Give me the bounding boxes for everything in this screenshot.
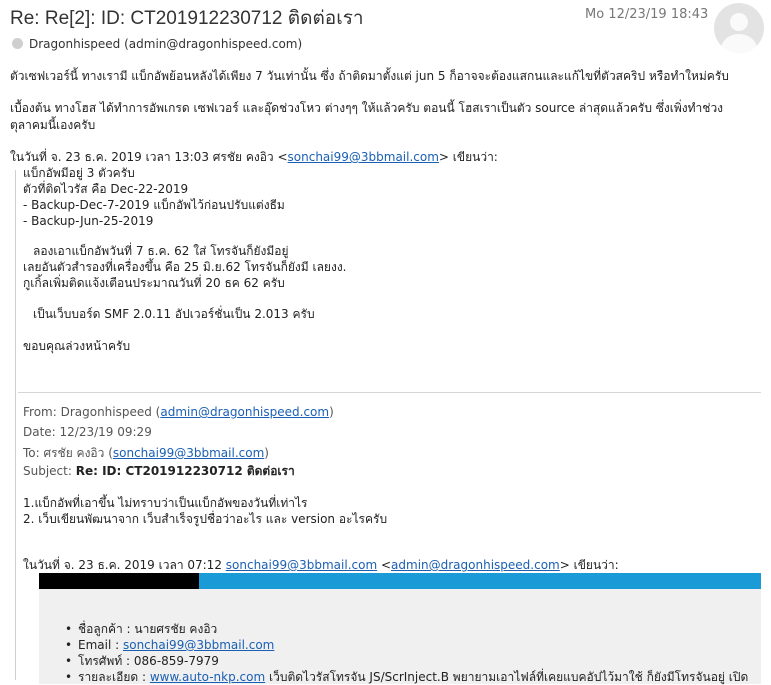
- forward-to-email-link[interactable]: sonchai99@3bbmail.com: [113, 446, 264, 460]
- avatar-body-icon: [721, 34, 757, 53]
- form-name: ชื่อลูกค้า : นายศรชัย คงอิว: [65, 621, 748, 637]
- form-detail-link[interactable]: www.auto-nkp.com: [150, 670, 265, 684]
- quote-para-b: เป็นเว็บบอร์ด SMF 2.0.11 อัปเวอร์ชั่นเป็…: [33, 307, 315, 321]
- avatar-head-icon: [730, 13, 748, 31]
- quote-intro: ในวันที่ จ. 23 ธ.ค. 2019 เวลา 13:03 ศรชั…: [10, 150, 498, 164]
- forward-intro-email-link-1[interactable]: sonchai99@3bbmail.com: [226, 558, 377, 572]
- form-phone: โทรศัพท์ : 086-859-7979: [65, 653, 748, 669]
- form-banner-right: [199, 573, 761, 589]
- forward-subject: Subject: Re: ID: CT201912230712 ติดต่อเร…: [23, 464, 295, 478]
- forward-divider: [18, 392, 761, 393]
- forward-subject-value: Re: ID: CT201912230712 ติดต่อเรา: [75, 464, 295, 478]
- email-date: Mo 12/23/19 18:43: [585, 7, 709, 22]
- forward-from-email-link[interactable]: admin@dragonhispeed.com: [160, 405, 329, 419]
- quote-thanks: ขอบคุณล่วงหน้าครับ: [23, 339, 131, 353]
- avatar[interactable]: [714, 3, 764, 53]
- form-banner-left: [39, 573, 199, 589]
- quote-line-2: ตัวที่ติดไวรัส คือ Dec-22-2019: [23, 182, 189, 196]
- forward-intro-2: ในวันที่ จ. 23 ธ.ค. 2019 เวลา 07:12 sonc…: [23, 558, 619, 572]
- forward-to: To: ศรชัย คงอิว (sonchai99@3bbmail.com): [23, 446, 269, 460]
- email-subject: Re: Re[2]: ID: CT201912230712 ติดต่อเรา: [10, 8, 364, 29]
- message-paragraph-1: ตัวเซฟเวอร์นี้ ทางเรามี แบ็กอัพย้อนหลังไ…: [10, 69, 729, 83]
- quote-intro-email-link[interactable]: sonchai99@3bbmail.com: [288, 150, 439, 164]
- forward-line-1: 1.แบ็กอัพที่เอาขึ้น ไม่ทราบว่าเป็นแบ็กอั…: [23, 496, 308, 510]
- forward-from: From: Dragonhispeed (admin@dragonhispeed…: [23, 405, 334, 419]
- quote-line-4: - Backup-Jun-25-2019: [23, 214, 154, 228]
- sender-name: Dragonhispeed (admin@dragonhispeed.com): [29, 37, 303, 51]
- quote-border: [15, 170, 16, 680]
- presence-icon: [12, 38, 23, 49]
- forward-line-2: 2. เว็บเขียนพัฒนาจาก เว็บสำเร็จรูปชื่อว่…: [23, 512, 388, 526]
- form-detail: รายละเอียด : www.auto-nkp.com เว็บติดไวร…: [65, 669, 748, 685]
- quote-line-1: แบ็กอัพมีอยู่ 3 ตัวครับ: [23, 166, 135, 180]
- sender-line[interactable]: Dragonhispeed (admin@dragonhispeed.com): [12, 37, 302, 51]
- form-email: Email : sonchai99@3bbmail.com: [65, 637, 748, 653]
- quote-para-a2: เลยอันตัวสำรองที่เครื่องขึ้น คือ 25 มิ.ย…: [23, 260, 347, 274]
- quote-line-3: - Backup-Dec-7-2019 แบ็กอัพไว้ก่อนปรับแต…: [23, 198, 285, 212]
- contact-form-list: ชื่อลูกค้า : นายศรชัย คงอิว Email : sonc…: [65, 621, 748, 685]
- form-email-link[interactable]: sonchai99@3bbmail.com: [123, 638, 274, 652]
- message-paragraph-2: เบื้องต้น ทางโฮส ได้ทำการอัพเกรด เซฟเวอร…: [10, 101, 724, 132]
- forward-intro-email-link-2[interactable]: admin@dragonhispeed.com: [391, 558, 560, 572]
- quote-para-a3: กูเกิ้ลเพิ่มติดแจ้งเตือนประมาณวันที่ 20 …: [23, 276, 285, 290]
- quote-para-a1: ลองเอาแบ็กอัพวันที่ 7 ธ.ค. 62 ใส่ โทรจัน…: [33, 244, 289, 258]
- forward-date: Date: 12/23/19 09:29: [23, 425, 152, 439]
